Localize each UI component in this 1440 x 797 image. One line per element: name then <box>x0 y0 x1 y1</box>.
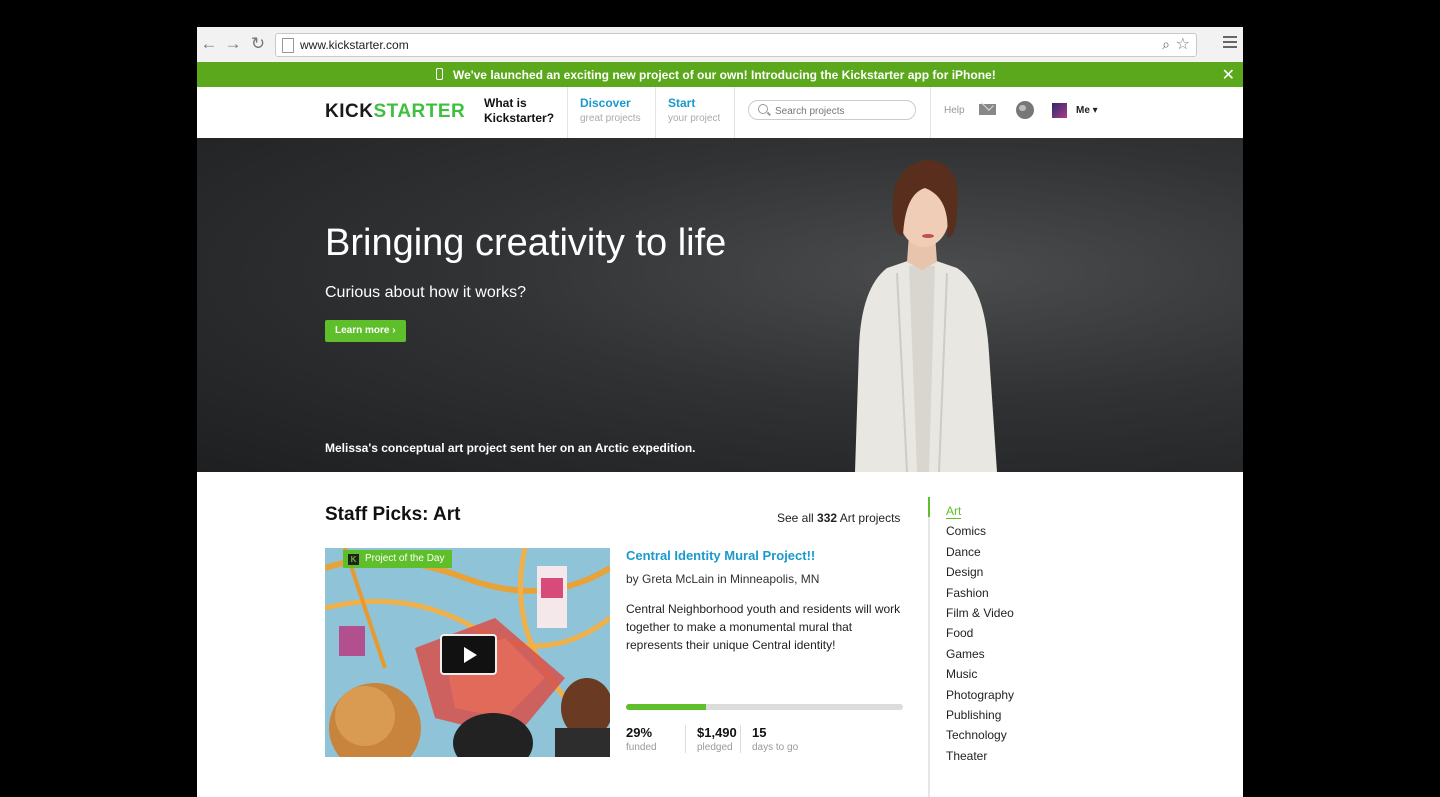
project-title[interactable]: Central Identity Mural Project!! <box>626 548 815 563</box>
page-icon <box>282 38 294 53</box>
stat-value: 29% <box>626 725 653 740</box>
category-label: Food <box>946 626 974 641</box>
category-item-fashion[interactable]: Fashion <box>946 583 1014 603</box>
category-item-film-video[interactable]: Film & Video <box>946 603 1014 623</box>
header-divider <box>930 87 931 138</box>
close-banner-icon[interactable]: ✕ <box>1222 65 1235 85</box>
search-icon <box>758 104 768 114</box>
see-all-suffix: Art projects <box>839 511 901 525</box>
stat-funded: 29% funded <box>626 725 657 753</box>
stat-value: 15 <box>752 725 767 740</box>
category-item-food[interactable]: Food <box>946 623 1014 643</box>
badge-label: Project of the Day <box>365 553 445 564</box>
nav-what-is-kickstarter[interactable]: What is Kickstarter? <box>484 87 554 138</box>
nav-start[interactable]: Start your project <box>655 87 735 138</box>
category-item-publishing[interactable]: Publishing <box>946 705 1014 725</box>
category-label: Comics <box>946 524 987 539</box>
category-item-design[interactable]: Design <box>946 562 1014 582</box>
stat-label: funded <box>626 742 657 753</box>
browser-menu-icon[interactable] <box>1223 36 1237 51</box>
kickstarter-k-icon: K <box>348 554 359 565</box>
category-item-comics[interactable]: Comics <box>946 521 1014 541</box>
project-of-the-day-badge: K Project of the Day <box>343 550 453 568</box>
hero-banner: Bringing creativity to life Curious abou… <box>197 138 1243 472</box>
mail-icon[interactable] <box>979 104 996 115</box>
category-rail <box>928 497 930 797</box>
project-thumbnail[interactable]: K Project of the Day <box>325 548 610 757</box>
play-video-icon[interactable] <box>440 634 497 675</box>
category-label: Publishing <box>946 707 1002 722</box>
category-item-theater[interactable]: Theater <box>946 746 1014 766</box>
staff-picks-title: Staff Picks: Art <box>325 504 461 525</box>
url-text[interactable]: www.kickstarter.com <box>300 38 409 52</box>
nav-what-line1: What is <box>484 96 527 110</box>
stat-label: days to go <box>752 742 799 753</box>
category-label: Film & Video <box>946 605 1014 620</box>
category-item-music[interactable]: Music <box>946 664 1014 684</box>
search-input[interactable] <box>773 103 913 119</box>
nav-start-sub: your project <box>668 113 721 124</box>
me-menu[interactable]: Me ▾ <box>1076 105 1098 116</box>
search-icon[interactable]: ⌕ <box>1162 36 1170 53</box>
category-item-photography[interactable]: Photography <box>946 685 1014 705</box>
active-category-marker <box>928 497 930 517</box>
announcement-banner: We've launched an exciting new project o… <box>197 62 1243 87</box>
logo-part-1: KICK <box>325 101 374 122</box>
see-all-count: 332 <box>817 511 838 525</box>
funding-progress-fill <box>626 704 707 710</box>
category-item-art[interactable]: Art <box>946 501 1014 521</box>
avatar[interactable] <box>1052 103 1067 118</box>
reload-icon[interactable]: ↻ <box>248 34 268 54</box>
site-header: KICKSTARTER What is Kickstarter? Discove… <box>197 87 1243 139</box>
logo-part-2: STARTER <box>373 101 466 122</box>
phone-icon <box>436 68 443 80</box>
hero-caption[interactable]: Melissa's conceptual art project sent he… <box>325 441 696 455</box>
category-item-dance[interactable]: Dance <box>946 542 1014 562</box>
see-all-link[interactable]: See all 332 Art projects <box>777 511 900 525</box>
stat-label: pledged <box>697 742 733 753</box>
hero-title: Bringing creativity to life <box>325 222 727 264</box>
category-label: Music <box>946 667 978 682</box>
banner-message[interactable]: We've launched an exciting new project o… <box>453 68 996 82</box>
kickstarter-logo[interactable]: KICKSTARTER <box>325 101 465 123</box>
learn-more-button[interactable]: Learn more › <box>325 320 406 342</box>
forward-icon[interactable]: → <box>223 34 243 54</box>
category-label: Games <box>946 646 985 661</box>
bookmark-star-icon[interactable]: ☆ <box>1176 34 1190 54</box>
nav-start-label: Start <box>668 96 696 110</box>
project-blurb: Central Neighborhood youth and residents… <box>626 602 901 652</box>
category-label: Art <box>946 504 962 519</box>
funding-progress-bar <box>626 704 903 710</box>
stat-value: $1,490 <box>697 725 737 740</box>
see-all-prefix: See all <box>777 511 814 525</box>
category-label: Photography <box>946 687 1015 702</box>
category-item-technology[interactable]: Technology <box>946 725 1014 745</box>
search-box[interactable] <box>748 100 916 120</box>
project-byline: by Greta McLain in Minneapolis, MN <box>626 572 820 586</box>
category-item-games[interactable]: Games <box>946 644 1014 664</box>
category-label: Technology <box>946 728 1007 743</box>
stat-days-to-go: 15 days to go <box>740 725 798 753</box>
nav-what-line2: Kickstarter? <box>484 111 555 125</box>
address-bar[interactable]: www.kickstarter.com ⌕ ☆ <box>275 33 1197 57</box>
back-icon[interactable]: ← <box>199 34 219 54</box>
stat-pledged: $1,490 pledged <box>685 725 737 753</box>
browser-window: ← → ↻ www.kickstarter.com ⌕ ☆ We've laun… <box>197 27 1243 797</box>
help-link[interactable]: Help <box>944 105 965 116</box>
globe-icon[interactable] <box>1016 101 1034 119</box>
category-label: Design <box>946 565 984 580</box>
hero-subtitle: Curious about how it works? <box>325 284 526 301</box>
hero-person-image <box>855 160 997 472</box>
category-list: Art Comics Dance Design Fashion Film & Video F… <box>946 501 1014 766</box>
category-label: Dance <box>946 544 981 559</box>
nav-discover-label: Discover <box>580 96 631 110</box>
category-label: Theater <box>946 748 988 763</box>
nav-discover[interactable]: Discover great projects <box>567 87 655 138</box>
category-label: Fashion <box>946 585 989 600</box>
browser-toolbar: ← → ↻ www.kickstarter.com ⌕ ☆ <box>197 27 1243 63</box>
nav-discover-sub: great projects <box>580 113 641 124</box>
